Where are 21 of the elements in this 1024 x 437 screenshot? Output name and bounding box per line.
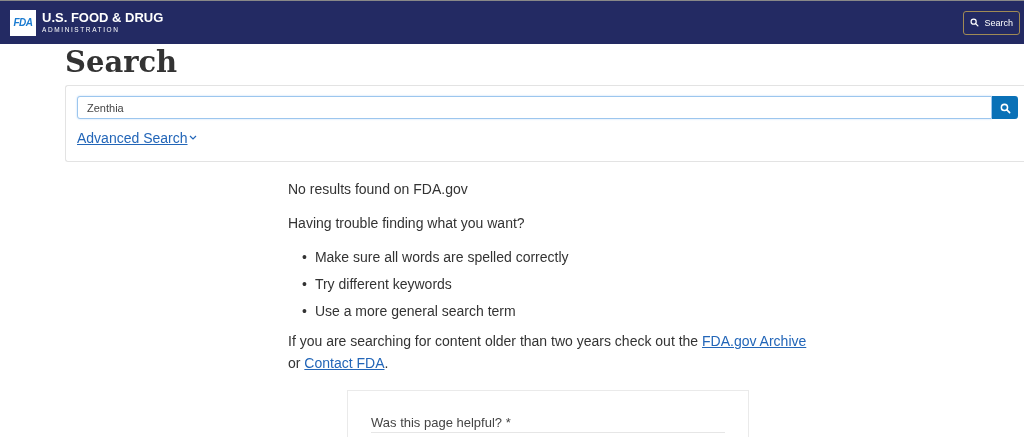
help-heading: Having trouble finding what you want? [288, 214, 526, 232]
search-button[interactable] [992, 96, 1018, 119]
search-button[interactable]: Search [963, 10, 1020, 35]
search-icon [970, 18, 980, 27]
search-tip: Try different keywords [314, 275, 452, 293]
search-tip: Use a more general search term [314, 302, 516, 320]
search-tip: Make sure all words are spelled correctly [314, 248, 569, 266]
no-results-message: No results found on FDA.gov [288, 180, 469, 198]
bullet: • [302, 275, 307, 293]
advanced-search-link[interactable]: Advanced Search [77, 130, 197, 146]
archive-note: If you are searching for content older than two years check out the FDA.gov Archive or Contact FDA. [288, 332, 808, 373]
archive-link[interactable]: FDA.gov Archive [702, 333, 807, 349]
bullet: • [302, 302, 307, 320]
fda-logo[interactable]: FDA [10, 9, 36, 36]
page-title: Search [65, 44, 179, 81]
feedback-question: Was this page helpful? * [371, 415, 725, 433]
search-field[interactable]: Zenthia [77, 96, 992, 119]
agency-name: U.S. FOOD & DRUG [42, 11, 164, 25]
search-icon [999, 102, 1011, 113]
bullet: • [302, 248, 307, 266]
caret-icon [188, 135, 197, 141]
